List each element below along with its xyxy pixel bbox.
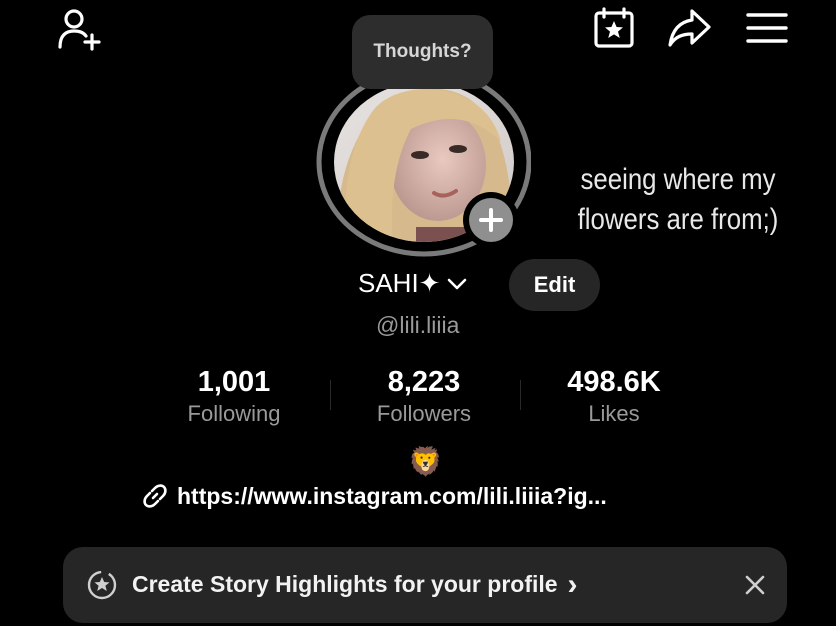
- stat-value: 8,223: [387, 366, 461, 398]
- banner-label: Create Story Highlights for your profile: [132, 571, 558, 597]
- hamburger-menu-icon: [746, 13, 788, 43]
- chevron-right-icon: ›: [567, 567, 578, 601]
- stat-label: Followers: [376, 401, 472, 426]
- calendar-star-icon: [594, 7, 634, 48]
- close-banner-button[interactable]: [738, 568, 772, 602]
- edit-button-label: Edit: [533, 272, 576, 297]
- chevron-down-icon: [448, 278, 467, 289]
- profile-note: seeing where my flowers are from;): [577, 163, 779, 236]
- profile-link[interactable]: https://www.instagram.com/lili.liiia?ig.…: [141, 482, 607, 510]
- highlights-star-icon: [86, 569, 118, 606]
- bio-emoji: 🦁: [408, 446, 443, 477]
- share-button[interactable]: [664, 6, 714, 50]
- stat-following[interactable]: 1,001 Following: [139, 364, 329, 428]
- link-icon: [143, 484, 167, 508]
- display-name-text: SAHI✦: [358, 268, 441, 298]
- profile-link-text: https://www.instagram.com/lili.liiia?ig.…: [177, 482, 607, 509]
- display-name[interactable]: SAHI✦: [358, 268, 468, 299]
- add-friend-button[interactable]: [52, 4, 104, 52]
- close-icon: [745, 575, 765, 595]
- add-story-button[interactable]: [463, 192, 519, 248]
- stat-value: 1,001: [197, 366, 271, 398]
- person-add-icon: [58, 9, 101, 51]
- stat-followers[interactable]: 8,223 Followers: [329, 364, 519, 428]
- stat-label: Following: [187, 401, 281, 426]
- banner-text[interactable]: Create Story Highlights for your profile…: [132, 567, 578, 601]
- plus-icon: [469, 198, 513, 242]
- menu-button[interactable]: [744, 8, 790, 48]
- stat-likes[interactable]: 498.6K Likes: [519, 364, 709, 428]
- share-icon: [668, 9, 711, 47]
- thought-bubble[interactable]: Thoughts?: [352, 15, 493, 89]
- calendar-button[interactable]: [590, 6, 638, 50]
- stat-label: Likes: [588, 401, 640, 426]
- edit-button[interactable]: Edit: [509, 259, 600, 311]
- thought-bubble-label: Thoughts?: [373, 41, 472, 62]
- username: @lili.liiia: [376, 312, 460, 338]
- stat-value: 498.6K: [567, 366, 661, 398]
